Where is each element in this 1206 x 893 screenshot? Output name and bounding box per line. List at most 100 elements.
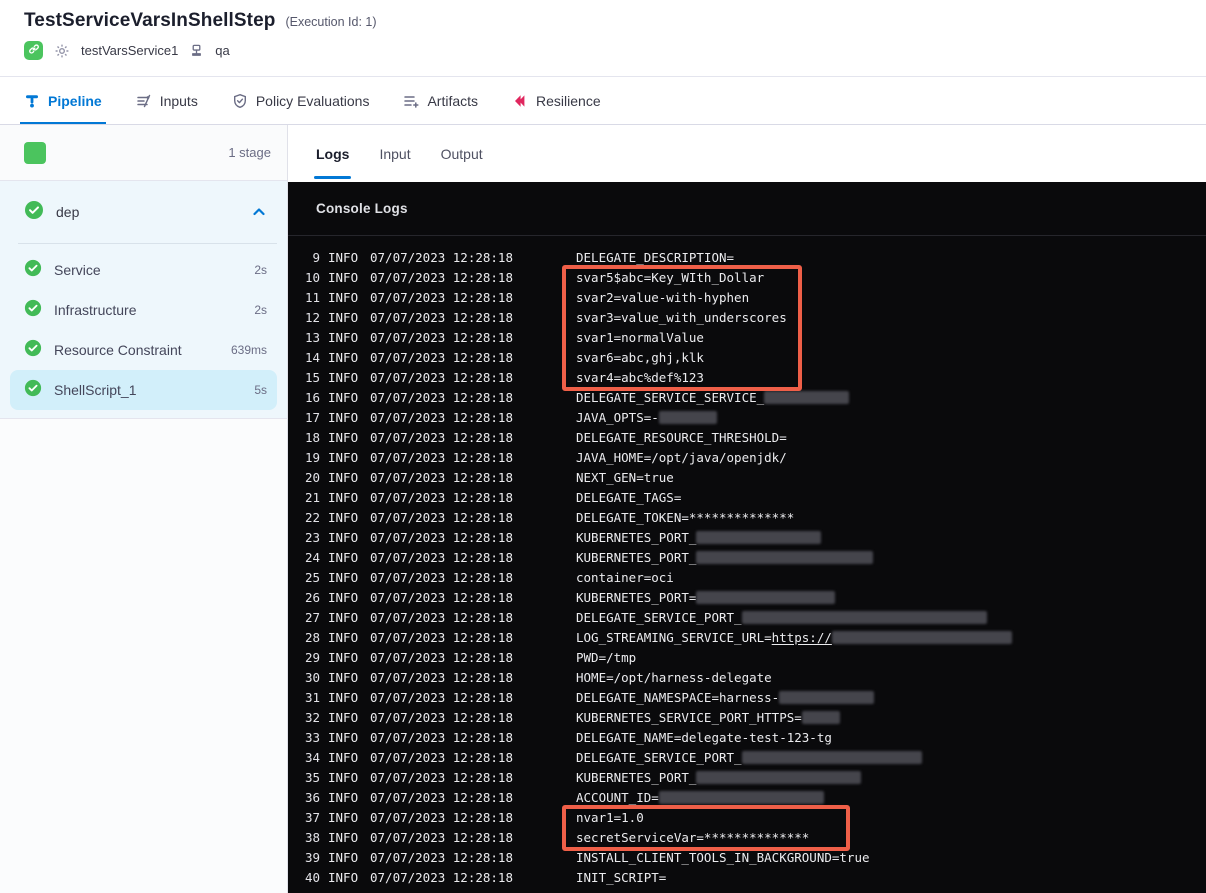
redacted-value <box>831 631 1012 644</box>
log-line: 15 INFO 07/07/2023 12:28:18 svar4=abc%de… <box>288 368 1206 388</box>
redacted-value <box>696 551 874 564</box>
log-message: ACCOUNT_ID= <box>576 788 1206 808</box>
log-message: svar6=abc,ghj,klk <box>576 350 704 365</box>
log-level: INFO <box>328 770 359 785</box>
environment-icon <box>189 43 204 58</box>
log-line: 19 INFO 07/07/2023 12:28:18 JAVA_HOME=/o… <box>288 448 1206 468</box>
log-level: INFO <box>328 830 359 845</box>
log-timestamp: 07/07/2023 12:28:18 <box>370 450 513 465</box>
log-line: 23 INFO 07/07/2023 12:28:18 KUBERNETES_P… <box>288 528 1206 548</box>
log-message: secretServiceVar=************** <box>576 830 810 845</box>
log-line-number: 16 <box>304 390 320 405</box>
log-line-number: 30 <box>304 670 320 685</box>
log-timestamp: 07/07/2023 12:28:18 <box>370 770 513 785</box>
artifacts-icon <box>403 93 420 109</box>
step-row-infrastructure[interactable]: Infrastructure 2s <box>10 290 277 330</box>
redacted-value <box>741 611 987 624</box>
log-timestamp: 07/07/2023 12:28:18 <box>370 570 513 585</box>
log-line-number: 24 <box>304 550 320 565</box>
log-line-number: 31 <box>304 690 320 705</box>
log-level: INFO <box>328 410 359 425</box>
header-meta-row: testVarsService1 qa <box>24 41 1206 60</box>
console-log-lines[interactable]: 9 INFO 07/07/2023 12:28:18 DELEGATE_DESC… <box>288 236 1206 893</box>
log-tab-output[interactable]: Output <box>441 125 483 182</box>
execution-id: (Execution Id: 1) <box>285 15 377 29</box>
step-row-resource constraint[interactable]: Resource Constraint 639ms <box>10 330 277 370</box>
main-tab-inputs[interactable]: Inputs <box>136 77 198 124</box>
log-line-number: 19 <box>304 450 320 465</box>
main-tab-artifacts[interactable]: Artifacts <box>403 77 478 124</box>
log-timestamp: 07/07/2023 12:28:18 <box>370 830 513 845</box>
service-status-badge <box>24 41 43 60</box>
log-timestamp: 07/07/2023 12:28:18 <box>370 490 513 505</box>
title-row: TestServiceVarsInShellStep (Execution Id… <box>24 10 1206 32</box>
log-link[interactable]: https:// <box>772 630 832 645</box>
log-message: container=oci <box>576 570 674 585</box>
environment-name[interactable]: qa <box>215 43 229 58</box>
log-level: INFO <box>328 670 359 685</box>
log-line-number: 9 <box>312 250 320 265</box>
log-timestamp: 07/07/2023 12:28:18 <box>370 530 513 545</box>
log-level: INFO <box>328 710 359 725</box>
content: 1 stage dep Service 2s Infrastructure 2s… <box>0 125 1206 893</box>
main-tab-resilience[interactable]: Resilience <box>512 77 601 124</box>
step-row-shellscript_1[interactable]: ShellScript_1 5s <box>10 370 277 410</box>
log-timestamp: 07/07/2023 12:28:18 <box>370 290 513 305</box>
log-timestamp: 07/07/2023 12:28:18 <box>370 250 513 265</box>
log-timestamp: 07/07/2023 12:28:18 <box>370 390 513 405</box>
stage-header[interactable]: dep <box>0 181 287 243</box>
redacted-value <box>696 771 862 784</box>
log-timestamp: 07/07/2023 12:28:18 <box>370 710 513 725</box>
execution-sidebar: 1 stage dep Service 2s Infrastructure 2s… <box>0 125 288 893</box>
log-tab-input[interactable]: Input <box>379 125 410 182</box>
log-level: INFO <box>328 610 359 625</box>
log-level: INFO <box>328 390 359 405</box>
stage-count-label: 1 stage <box>228 145 271 160</box>
log-line: 20 INFO 07/07/2023 12:28:18 NEXT_GEN=tru… <box>288 468 1206 488</box>
log-level: INFO <box>328 630 359 645</box>
log-level: INFO <box>328 870 359 885</box>
log-line-number: 38 <box>304 830 320 845</box>
step-row-service[interactable]: Service 2s <box>10 250 277 290</box>
log-message: DELEGATE_SERVICE_PORT_ <box>576 608 1206 628</box>
log-line-number: 37 <box>304 810 320 825</box>
redacted-value <box>801 711 840 724</box>
log-level: INFO <box>328 490 359 505</box>
log-line: 30 INFO 07/07/2023 12:28:18 HOME=/opt/ha… <box>288 668 1206 688</box>
log-message: INIT_SCRIPT= <box>576 870 667 885</box>
log-message: NEXT_GEN=true <box>576 470 674 485</box>
stage-status-square[interactable] <box>24 141 46 164</box>
log-level: INFO <box>328 530 359 545</box>
log-message: DELEGATE_SERVICE_PORT_ <box>576 748 1206 768</box>
success-check-icon <box>24 299 42 322</box>
link-icon <box>28 42 40 60</box>
success-check-icon <box>24 339 42 362</box>
service-name[interactable]: testVarsService1 <box>81 43 178 58</box>
log-message: svar5$abc=Key_WIth_Dollar <box>576 270 765 285</box>
log-level: INFO <box>328 650 359 665</box>
log-message: LOG_STREAMING_SERVICE_URL=https:// <box>576 628 1206 648</box>
log-message: svar2=value-with-hyphen <box>576 290 750 305</box>
log-timestamp: 07/07/2023 12:28:18 <box>370 750 513 765</box>
main-tab-pipeline[interactable]: Pipeline <box>20 77 106 124</box>
log-level: INFO <box>328 690 359 705</box>
redacted-value <box>658 791 824 804</box>
chevron-up-icon[interactable] <box>251 204 267 220</box>
log-timestamp: 07/07/2023 12:28:18 <box>370 630 513 645</box>
log-line: 11 INFO 07/07/2023 12:28:18 svar2=value-… <box>288 288 1206 308</box>
log-line-number: 29 <box>304 650 320 665</box>
log-message: DELEGATE_DESCRIPTION= <box>576 250 735 265</box>
main-tab-policy-evaluations[interactable]: Policy Evaluations <box>232 77 369 124</box>
log-level: INFO <box>328 450 359 465</box>
log-timestamp: 07/07/2023 12:28:18 <box>370 590 513 605</box>
log-message: nvar1=1.0 <box>576 810 644 825</box>
log-tab-logs[interactable]: Logs <box>313 125 352 182</box>
log-message: svar3=value_with_underscores <box>576 310 787 325</box>
gear-icon <box>54 43 70 59</box>
log-message: DELEGATE_TOKEN=************** <box>576 510 795 525</box>
log-timestamp: 07/07/2023 12:28:18 <box>370 730 513 745</box>
log-line: 27 INFO 07/07/2023 12:28:18 DELEGATE_SER… <box>288 608 1206 628</box>
log-timestamp: 07/07/2023 12:28:18 <box>370 670 513 685</box>
log-line: 18 INFO 07/07/2023 12:28:18 DELEGATE_RES… <box>288 428 1206 448</box>
log-level: INFO <box>328 550 359 565</box>
